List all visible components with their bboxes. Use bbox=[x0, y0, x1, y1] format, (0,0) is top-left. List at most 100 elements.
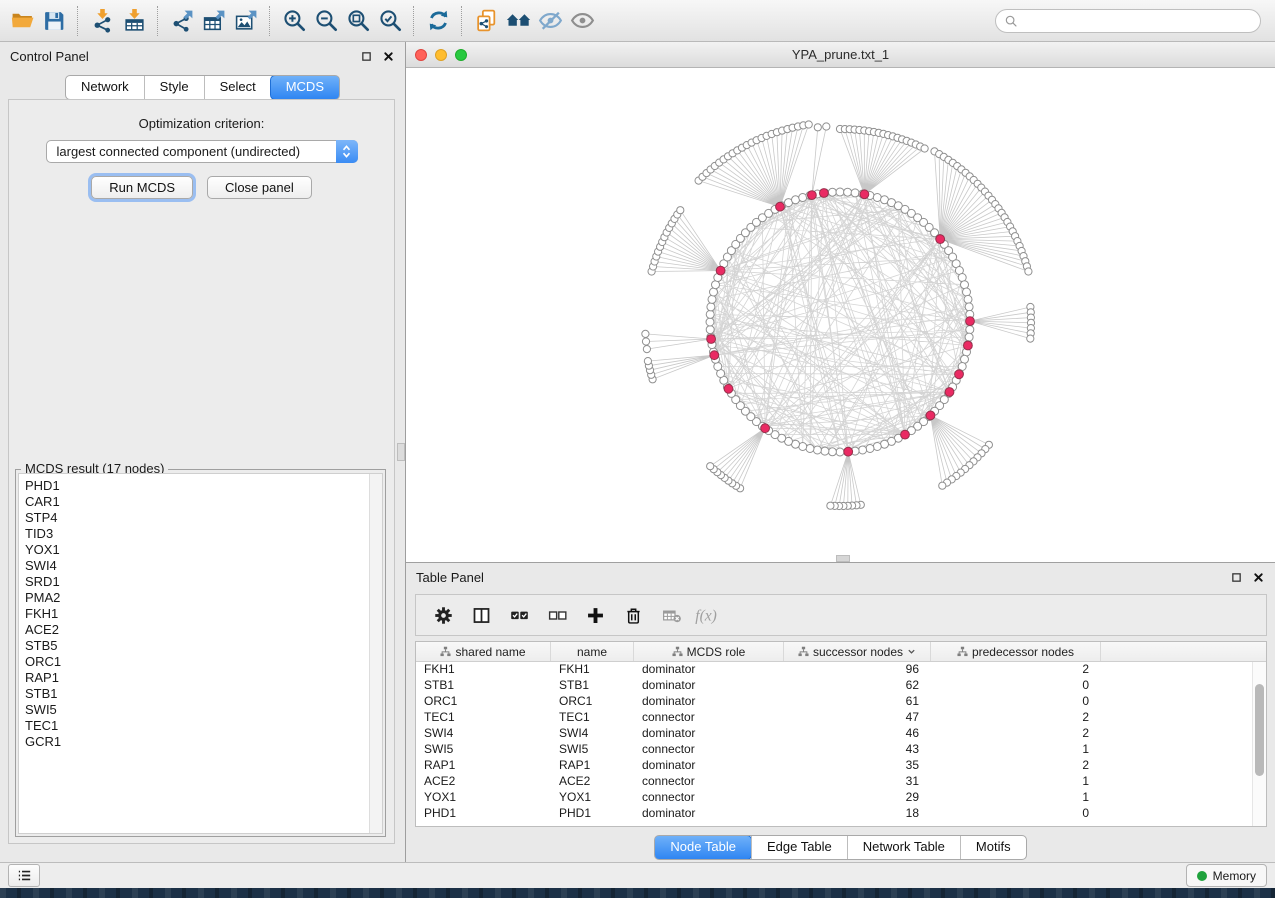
close-window-icon[interactable] bbox=[415, 49, 427, 61]
tab-network-table[interactable]: Network Table bbox=[847, 836, 960, 859]
table-row[interactable]: YOX1YOX1connector291 bbox=[416, 790, 1266, 806]
node-table-header: shared namenameMCDS rolesuccessor nodes p… bbox=[416, 642, 1266, 662]
mcds-result-item[interactable]: ACE2 bbox=[19, 622, 382, 638]
function-builder-button: f(x) bbox=[696, 602, 722, 628]
zoom-out-button[interactable] bbox=[310, 5, 342, 37]
export-image-icon bbox=[234, 8, 259, 33]
table-settings-button[interactable] bbox=[430, 602, 456, 628]
mcds-result-item[interactable]: STP4 bbox=[19, 510, 382, 526]
task-history-button[interactable] bbox=[8, 864, 40, 887]
column-header-shared-name[interactable]: shared name bbox=[416, 642, 551, 661]
network-canvas[interactable] bbox=[406, 68, 1275, 561]
export-table-button[interactable] bbox=[198, 5, 230, 37]
minimize-window-icon[interactable] bbox=[435, 49, 447, 61]
horizontal-splitter-handle[interactable] bbox=[836, 555, 850, 562]
save-session-button[interactable] bbox=[38, 5, 70, 37]
column-header-predecessor-nodes[interactable]: predecessor nodes bbox=[931, 642, 1101, 661]
open-file-button[interactable] bbox=[6, 5, 38, 37]
close-panel-icon[interactable] bbox=[381, 49, 395, 63]
import-table-button[interactable] bbox=[118, 5, 150, 37]
mcds-result-item[interactable]: STB5 bbox=[19, 638, 382, 654]
mcds-result-item[interactable]: SWI4 bbox=[19, 558, 382, 574]
mcds-result-item[interactable]: PHD1 bbox=[19, 478, 382, 494]
mcds-result-item[interactable]: TEC1 bbox=[19, 718, 382, 734]
clone-network-button[interactable] bbox=[470, 5, 502, 37]
mcds-result-item[interactable]: STB1 bbox=[19, 686, 382, 702]
table-cell: connector bbox=[634, 742, 784, 758]
table-scrollbar-thumb[interactable] bbox=[1255, 684, 1264, 776]
open-folder-icon bbox=[10, 8, 35, 33]
float-window-icon[interactable] bbox=[359, 49, 373, 63]
table-row[interactable]: RAP1RAP1dominator352 bbox=[416, 758, 1266, 774]
mcds-result-item[interactable]: SWI5 bbox=[19, 702, 382, 718]
tab-motifs[interactable]: Motifs bbox=[960, 836, 1026, 859]
column-label: predecessor nodes bbox=[972, 645, 1074, 659]
export-image-button[interactable] bbox=[230, 5, 262, 37]
zoom-selected-button[interactable] bbox=[374, 5, 406, 37]
split-view-button[interactable] bbox=[468, 602, 494, 628]
mcds-result-item[interactable]: GCR1 bbox=[19, 734, 382, 750]
mcds-result-scrollbar[interactable] bbox=[369, 474, 382, 833]
table-row[interactable]: FKH1FKH1dominator962 bbox=[416, 662, 1266, 678]
column-header-name[interactable]: name bbox=[551, 642, 634, 661]
mcds-result-item[interactable]: RAP1 bbox=[19, 670, 382, 686]
tab-style[interactable]: Style bbox=[144, 76, 204, 99]
table-row[interactable]: TEC1TEC1connector472 bbox=[416, 710, 1266, 726]
mcds-result-item[interactable]: YOX1 bbox=[19, 542, 382, 558]
add-button[interactable] bbox=[582, 602, 608, 628]
toolbar-separator bbox=[413, 6, 415, 36]
tab-select[interactable]: Select bbox=[204, 76, 271, 99]
zoom-fit-button[interactable] bbox=[342, 5, 374, 37]
table-row[interactable]: ORC1ORC1dominator610 bbox=[416, 694, 1266, 710]
table-row[interactable]: STB1STB1dominator620 bbox=[416, 678, 1266, 694]
mcds-result-item[interactable]: ORC1 bbox=[19, 654, 382, 670]
table-row[interactable]: SWI5SWI5connector431 bbox=[416, 742, 1266, 758]
zoom-in-button[interactable] bbox=[278, 5, 310, 37]
window-controls bbox=[415, 49, 467, 61]
mcds-result-item[interactable]: TID3 bbox=[19, 526, 382, 542]
zoom-out-icon bbox=[314, 8, 339, 33]
control-panel-header: Control Panel bbox=[0, 42, 405, 70]
table-cell: PHD1 bbox=[551, 806, 634, 822]
tab-edge-table[interactable]: Edge Table bbox=[751, 836, 847, 859]
tab-node-table[interactable]: Node Table bbox=[654, 835, 752, 860]
mcds-result-item[interactable]: PMA2 bbox=[19, 590, 382, 606]
mcds-result-list: PHD1CAR1STP4TID3YOX1SWI4SRD1PMA2FKH1ACE2… bbox=[19, 474, 382, 750]
mcds-result-item[interactable]: SRD1 bbox=[19, 574, 382, 590]
vertical-splitter-handle[interactable] bbox=[397, 443, 405, 461]
float-window-icon[interactable] bbox=[1229, 570, 1243, 584]
float-icon bbox=[1231, 572, 1242, 583]
tab-network[interactable]: Network bbox=[66, 76, 144, 99]
criterion-dropdown[interactable]: largest connected component (undirected) bbox=[46, 140, 358, 163]
tab-mcds[interactable]: MCDS bbox=[270, 75, 340, 100]
search-input[interactable] bbox=[1023, 12, 1252, 29]
hide-selected-button[interactable] bbox=[534, 5, 566, 37]
deselect-all-button[interactable] bbox=[544, 602, 570, 628]
close-panel-icon[interactable] bbox=[1251, 570, 1265, 584]
run-mcds-button[interactable]: Run MCDS bbox=[91, 176, 193, 199]
import-network-button[interactable] bbox=[86, 5, 118, 37]
memory-label: Memory bbox=[1213, 869, 1256, 883]
float-icon bbox=[361, 51, 372, 62]
mcds-result-item[interactable]: FKH1 bbox=[19, 606, 382, 622]
column-header-MCDS-role[interactable]: MCDS role bbox=[634, 642, 784, 661]
table-cell: dominator bbox=[634, 678, 784, 694]
export-network-button[interactable] bbox=[166, 5, 198, 37]
maximize-window-icon[interactable] bbox=[455, 49, 467, 61]
table-row[interactable]: SWI4SWI4dominator462 bbox=[416, 726, 1266, 742]
table-cell: STB1 bbox=[551, 678, 634, 694]
first-neighbors-button[interactable] bbox=[502, 5, 534, 37]
memory-button[interactable]: Memory bbox=[1186, 864, 1267, 887]
refresh-button[interactable] bbox=[422, 5, 454, 37]
split-view-icon bbox=[471, 605, 492, 626]
fx-icon: f(x) bbox=[693, 604, 725, 626]
mcds-result-item[interactable]: CAR1 bbox=[19, 494, 382, 510]
table-row[interactable]: PHD1PHD1dominator180 bbox=[416, 806, 1266, 822]
table-row[interactable]: ACE2ACE2connector311 bbox=[416, 774, 1266, 790]
delete-button[interactable] bbox=[620, 602, 646, 628]
select-all-button[interactable] bbox=[506, 602, 532, 628]
table-cell: SWI4 bbox=[551, 726, 634, 742]
close-panel-button[interactable]: Close panel bbox=[207, 176, 312, 199]
show-all-button[interactable] bbox=[566, 5, 598, 37]
column-header-successor-nodes[interactable]: successor nodes bbox=[784, 642, 931, 661]
